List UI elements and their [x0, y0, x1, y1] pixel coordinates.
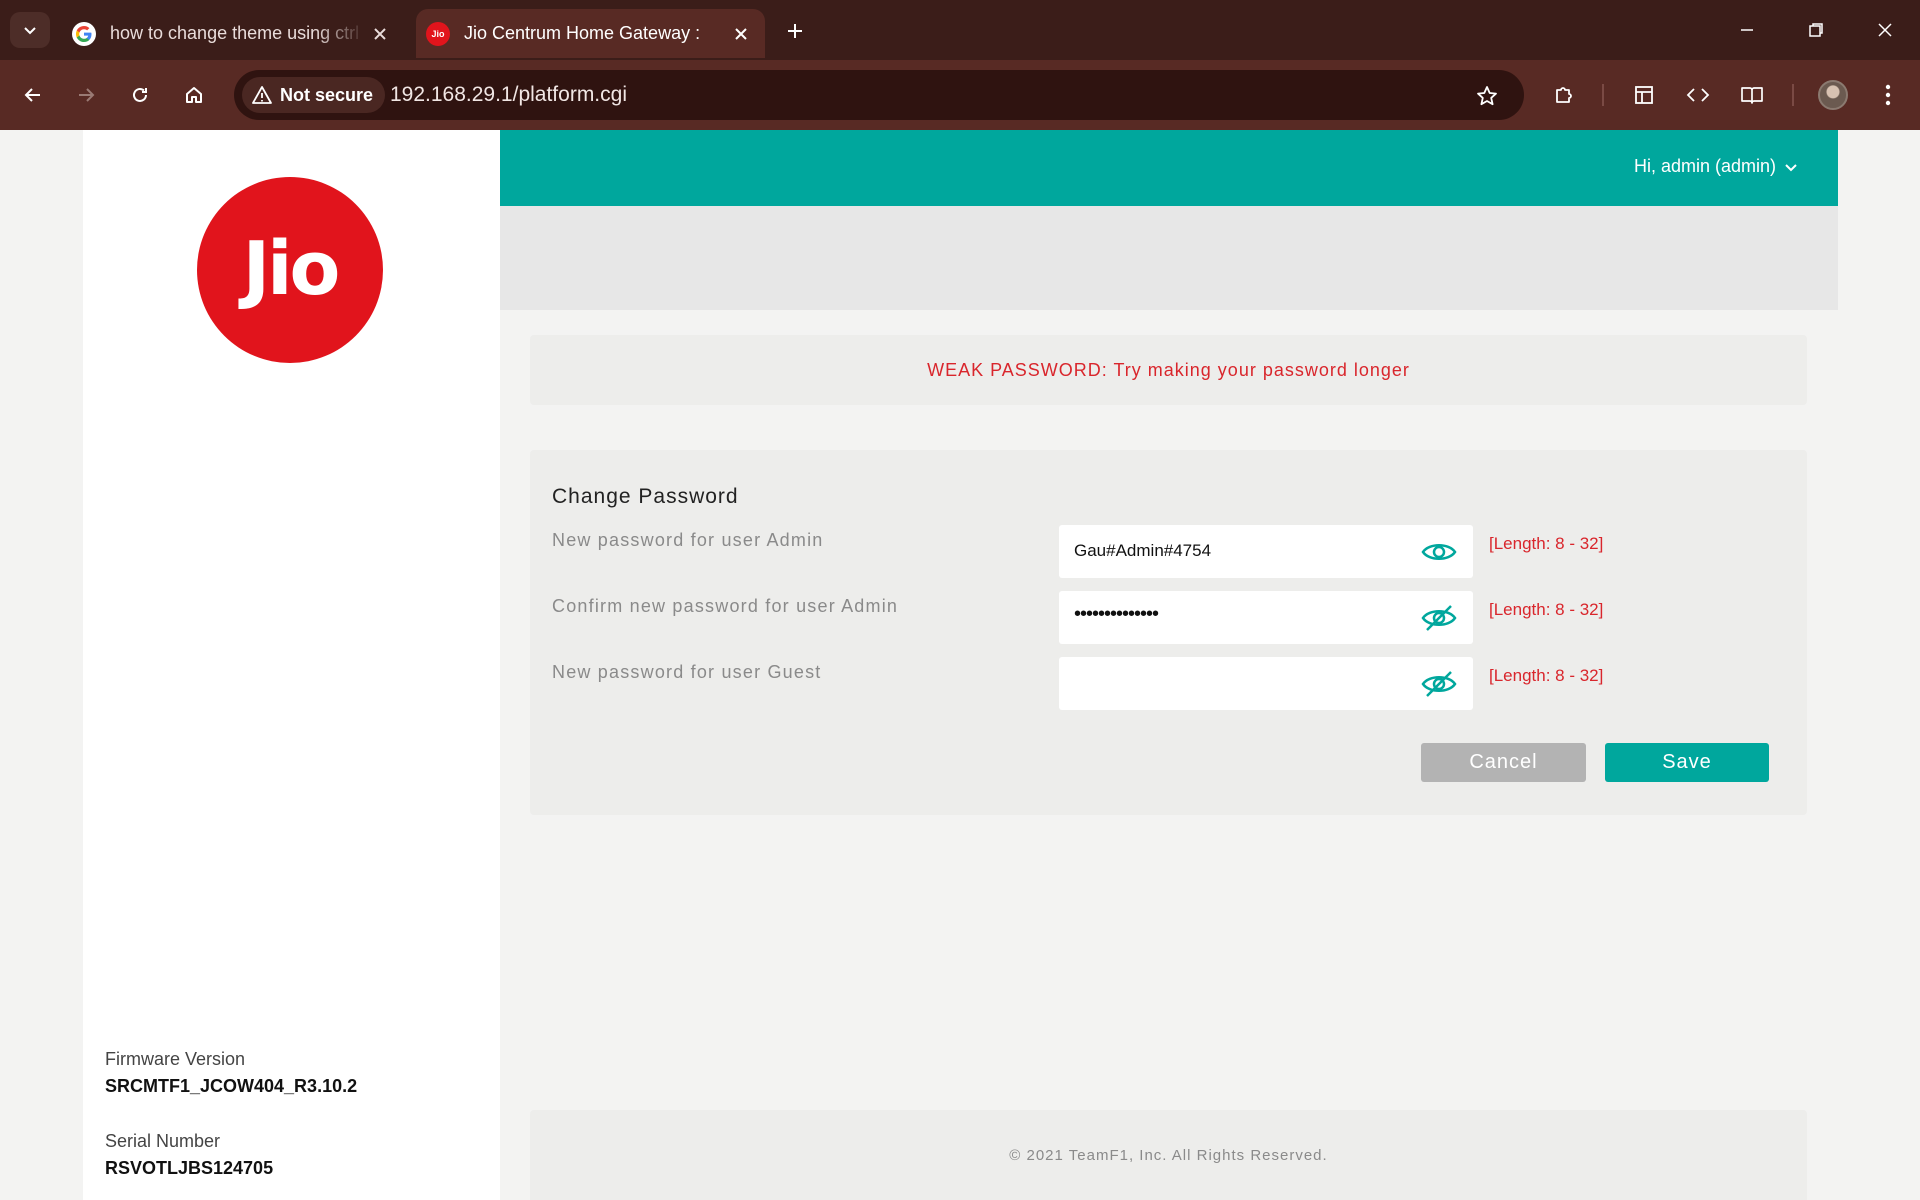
new-tab-button[interactable]	[780, 16, 810, 46]
bookmark-star-button[interactable]	[1472, 81, 1502, 111]
layout-icon	[1635, 86, 1653, 104]
reading-mode-button[interactable]	[1734, 77, 1770, 113]
restore-icon	[1809, 23, 1823, 37]
admin-password-label: New password for user Admin	[552, 530, 824, 550]
firmware-version-label: Firmware Version	[105, 1049, 246, 1069]
jio-favicon: Jio	[426, 21, 450, 46]
admin-password-field[interactable]: Gau#Admin#4754	[1059, 525, 1473, 578]
save-button[interactable]: Save	[1605, 743, 1769, 782]
eye-slash-icon	[1421, 671, 1457, 697]
home-button[interactable]	[176, 77, 212, 113]
user-menu[interactable]: Hi, admin (admin)	[1634, 156, 1798, 177]
profile-avatar[interactable]	[1818, 80, 1848, 110]
admin-password-value: Gau#Admin#4754	[1074, 541, 1212, 560]
more-vertical-icon	[1885, 84, 1891, 106]
router-admin-page: Jio Firmware Version SRCMTF1_JCOW404_R3.…	[0, 130, 1920, 1200]
browser-tab-google[interactable]: how to change theme using ctrl	[62, 9, 404, 58]
top-header-bar: Hi, admin (admin)	[500, 130, 1838, 206]
chevron-down-icon	[1785, 163, 1797, 171]
sidebar: Jio Firmware Version SRCMTF1_JCOW404_R3.…	[83, 130, 500, 1200]
plus-icon	[788, 24, 802, 38]
puzzle-icon	[1556, 87, 1572, 103]
weak-password-alert: WEAK PASSWORD: Try making your password …	[530, 335, 1807, 405]
tab-layout-button[interactable]	[1626, 77, 1662, 113]
cancel-button[interactable]: Cancel	[1421, 743, 1586, 782]
minimize-icon	[1741, 29, 1753, 31]
browser-menu-button[interactable]	[1870, 77, 1906, 113]
footer: © 2021 TeamF1, Inc. All Rights Reserved.	[530, 1110, 1807, 1200]
sub-navigation-bar	[500, 206, 1838, 310]
code-icon	[1686, 88, 1710, 102]
guest-password-field[interactable]	[1059, 657, 1473, 710]
serial-number-label: Serial Number	[105, 1131, 221, 1151]
url-text[interactable]: 192.168.29.1/platform.cgi	[390, 83, 627, 107]
close-icon	[1878, 23, 1892, 37]
book-icon	[1741, 87, 1763, 104]
address-bar[interactable]: Not secure 192.168.29.1/platform.cgi	[234, 70, 1524, 120]
guest-password-label: New password for user Guest	[552, 662, 822, 682]
jio-logo: Jio	[197, 177, 383, 363]
jio-logo-text: Jio	[242, 226, 341, 312]
reload-button[interactable]	[122, 77, 158, 113]
home-icon	[186, 87, 202, 103]
close-window-button[interactable]	[1860, 12, 1910, 48]
confirm-admin-password-masked-value: ••••••••••••••	[1074, 603, 1159, 625]
browser-toolbar: Not secure 192.168.29.1/platform.cgi	[0, 60, 1920, 130]
close-tab-icon[interactable]	[366, 20, 394, 48]
toolbar-divider	[1602, 84, 1604, 106]
tab-title: Jio Centrum Home Gateway :	[464, 23, 701, 43]
restore-button[interactable]	[1791, 12, 1841, 48]
eye-icon	[1421, 544, 1457, 560]
show-password-toggle[interactable]	[1419, 669, 1459, 699]
confirm-admin-password-field[interactable]: ••••••••••••••	[1059, 591, 1473, 644]
back-button[interactable]	[15, 77, 51, 113]
toolbar-divider	[1792, 84, 1794, 106]
minimize-button[interactable]	[1722, 12, 1772, 48]
card-title: Change Password	[552, 485, 739, 508]
browser-tab-strip: how to change theme using ctrl Jio Jio C…	[0, 0, 1920, 60]
tab-search-button[interactable]	[10, 12, 50, 48]
arrow-right-icon	[79, 88, 95, 102]
warning-icon	[252, 86, 272, 104]
forward-button[interactable]	[68, 77, 104, 113]
not-secure-label: Not secure	[280, 84, 374, 105]
change-password-card: Change Password New password for user Ad…	[530, 450, 1807, 815]
jio-favicon-text: Jio	[431, 28, 445, 39]
google-g-icon	[72, 21, 96, 46]
eye-slash-icon	[1421, 605, 1457, 631]
firmware-version-value: SRCMTF1_JCOW404_R3.10.2	[105, 1076, 358, 1096]
star-icon	[1477, 86, 1497, 106]
devtools-button[interactable]	[1680, 77, 1716, 113]
serial-number-value: RSVOTLJBS124705	[105, 1158, 274, 1178]
arrow-left-icon	[24, 88, 40, 102]
user-greeting: Hi, admin (admin)	[1633, 156, 1776, 176]
site-info-chip[interactable]: Not secure	[242, 77, 386, 113]
confirm-admin-password-label: Confirm new password for user Admin	[552, 596, 899, 616]
close-tab-icon[interactable]	[727, 20, 755, 48]
reload-icon	[133, 87, 147, 102]
guest-password-length-hint: [Length: 8 - 32]	[1489, 666, 1604, 685]
browser-tab-jio[interactable]: Jio Jio Centrum Home Gateway :	[416, 9, 765, 58]
tab-title: how to change theme using ctrl	[110, 23, 360, 43]
confirm-admin-password-length-hint: [Length: 8 - 32]	[1489, 600, 1604, 619]
copyright-text: © 2021 TeamF1, Inc. All Rights Reserved.	[1009, 1146, 1328, 1164]
admin-password-length-hint: [Length: 8 - 32]	[1489, 534, 1604, 553]
extensions-button[interactable]	[1546, 77, 1582, 113]
chevron-down-icon	[24, 27, 36, 35]
show-password-toggle[interactable]	[1419, 537, 1459, 567]
show-password-toggle[interactable]	[1419, 603, 1459, 633]
